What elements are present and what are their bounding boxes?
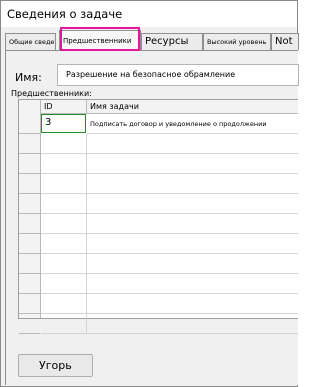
cell-id[interactable] [41, 214, 87, 234]
row-selector[interactable] [19, 194, 40, 214]
row-selector[interactable] [19, 234, 40, 254]
tab-bar: Общие сведения Предшественники Ресурсы В… [5, 29, 299, 51]
row-selector[interactable] [19, 174, 40, 194]
name-label: Имя: [15, 71, 42, 84]
cell-task-name[interactable] [87, 174, 298, 194]
cell-id[interactable] [41, 234, 87, 254]
row-selector[interactable] [19, 134, 40, 154]
title-bar: Сведения о задаче [1, 1, 297, 27]
cell-task-name[interactable] [87, 254, 298, 274]
tab-notes[interactable]: Not [271, 33, 299, 50]
row-selector[interactable] [19, 114, 40, 134]
name-field-value: Разрешение на безопасное обрамление [66, 70, 236, 79]
cell-id[interactable] [41, 254, 87, 274]
tab-general[interactable]: Общие сведения [5, 33, 56, 50]
cell-id[interactable] [41, 194, 87, 214]
row-selector[interactable] [19, 314, 40, 334]
cell-id[interactable] [41, 274, 87, 294]
tab-highlight-box [60, 27, 140, 51]
predecessors-label: Предшественники: [11, 89, 92, 98]
task-information-dialog: Сведения о задаче Общие сведения Предшес… [0, 0, 299, 387]
cell-task-name[interactable] [87, 154, 298, 174]
row-selector[interactable] [19, 294, 40, 314]
cell-task-name[interactable] [87, 214, 298, 234]
cell-id[interactable] [41, 134, 87, 154]
cell-id[interactable] [41, 314, 87, 334]
cell-id[interactable] [41, 154, 87, 174]
row-selector[interactable] [19, 154, 40, 174]
tab-resources[interactable]: Ресурсы [141, 33, 203, 50]
row-selector[interactable] [19, 214, 40, 234]
column-header-id[interactable]: ID [41, 100, 87, 114]
dialog-title: Сведения о задаче [7, 7, 123, 21]
cell-task-name[interactable] [87, 194, 298, 214]
cell-task-name[interactable] [87, 234, 298, 254]
cell-id[interactable] [41, 174, 87, 194]
cell-task-name[interactable] [87, 274, 298, 294]
ok-button[interactable]: Угорь [18, 354, 93, 377]
cell-task-name[interactable] [87, 134, 298, 154]
cell-task-name[interactable]: Подписать договор и уведомление о продол… [87, 114, 298, 134]
name-field[interactable]: Разрешение на безопасное обрамление [57, 64, 299, 86]
cell-id[interactable]: 3 [41, 114, 86, 133]
row-selector[interactable] [19, 254, 40, 274]
column-header-task-name[interactable]: Имя задачи [87, 100, 298, 114]
cell-id[interactable] [41, 294, 87, 314]
predecessors-table: ID Имя задачи 3 Подписать договор и уведо… [18, 99, 298, 334]
row-selector[interactable] [19, 274, 40, 294]
tab-advanced[interactable]: Высокий уровень [203, 33, 271, 50]
cell-task-name[interactable] [87, 294, 298, 314]
cell-task-name[interactable] [87, 314, 298, 334]
